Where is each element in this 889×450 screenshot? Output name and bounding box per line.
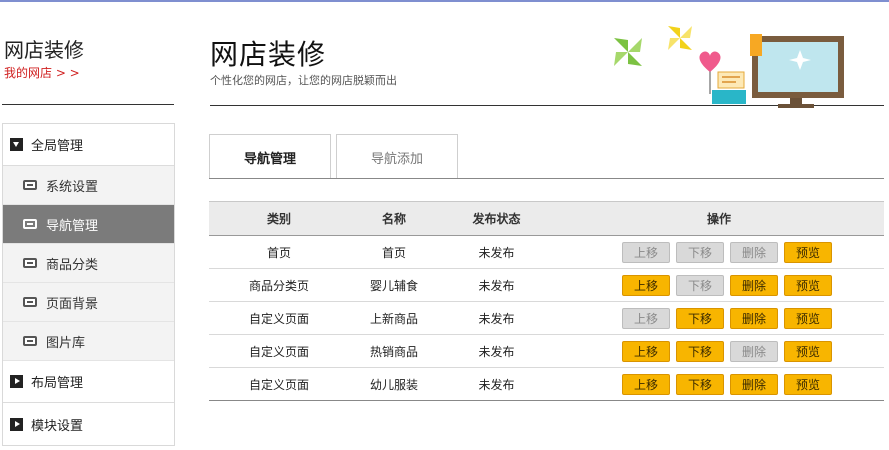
decorative-illustration (614, 26, 844, 108)
sidebar-item-label: 导航管理 (46, 218, 99, 234)
sidebar-group-label: 全局管理 (31, 139, 84, 154)
delete-button[interactable]: 删除 (730, 373, 778, 395)
sidebar-menu: 全局管理 系统设置 导航管理 商品分类 页面背景 图片库 布局管理 模块设置 (2, 123, 175, 446)
sidebar-group-layout[interactable]: 布局管理 (3, 361, 174, 403)
move-down-button[interactable]: 下移 (676, 274, 724, 296)
sidebar-item-label: 商品分类 (46, 257, 99, 273)
sidebar-item-label: 图片库 (46, 335, 86, 351)
preview-button[interactable]: 预览 (784, 373, 832, 395)
move-up-button[interactable]: 上移 (622, 274, 670, 296)
move-down-button[interactable]: 下移 (676, 373, 724, 395)
cell-name: 上新商品 (349, 301, 439, 335)
cell-actions: 上移 下移 删除 预览 (554, 334, 884, 368)
sidebar-item-nav-management[interactable]: 导航管理 (3, 205, 174, 244)
page-title: 网店装修 (210, 38, 327, 71)
top-border (0, 0, 889, 2)
cell-status: 未发布 (439, 334, 554, 368)
cell-category: 首页 (209, 235, 349, 269)
collapse-arrow-icon (10, 138, 23, 151)
navigation-table: 类别 名称 发布状态 操作 首页 首页 未发布 上移 下移 删除 预览 商品分类页 婴儿辅食 未发… (209, 201, 884, 401)
window-icon (23, 297, 37, 307)
cell-status: 未发布 (439, 301, 554, 335)
window-icon (23, 258, 37, 268)
cell-actions: 上移 下移 删除 预览 (554, 235, 884, 269)
sidebar-item-label: 页面背景 (46, 296, 99, 312)
sidebar-group-label: 模块设置 (31, 418, 84, 434)
table-row: 自定义页面 热销商品 未发布 上移 下移 删除 预览 (209, 334, 884, 368)
cell-status: 未发布 (439, 235, 554, 269)
cell-name: 婴儿辅食 (349, 268, 439, 302)
table-row: 自定义页面 上新商品 未发布 上移 下移 删除 预览 (209, 301, 884, 335)
window-icon (23, 219, 37, 229)
cell-category: 商品分类页 (209, 268, 349, 302)
cell-category: 自定义页面 (209, 367, 349, 401)
monitor-icon (750, 34, 844, 108)
move-down-button[interactable]: 下移 (676, 340, 724, 362)
cell-name: 热销商品 (349, 334, 439, 368)
pinwheel-yellow-icon (668, 26, 692, 50)
delete-button[interactable]: 删除 (730, 307, 778, 329)
cell-actions: 上移 下移 删除 预览 (554, 301, 884, 335)
expand-arrow-icon (10, 417, 23, 431)
move-up-button[interactable]: 上移 (622, 373, 670, 395)
sidebar-item-page-background[interactable]: 页面背景 (3, 283, 174, 322)
heart-card-icon (699, 51, 746, 104)
column-header-category: 类别 (209, 201, 349, 236)
move-up-button[interactable]: 上移 (622, 241, 670, 263)
action-buttons: 上移 下移 删除 预览 (554, 274, 884, 296)
move-down-button[interactable]: 下移 (676, 241, 724, 263)
table-row: 首页 首页 未发布 上移 下移 删除 预览 (209, 235, 884, 269)
pinwheel-green-icon (614, 38, 642, 66)
delete-button[interactable]: 删除 (730, 340, 778, 362)
column-header-actions: 操作 (554, 201, 884, 236)
table-row: 商品分类页 婴儿辅食 未发布 上移 下移 删除 预览 (209, 268, 884, 302)
page-subtitle: 个性化您的网店，让您的网店脱颖而出 (210, 74, 397, 87)
cell-status: 未发布 (439, 367, 554, 401)
preview-button[interactable]: 预览 (784, 340, 832, 362)
cell-category: 自定义页面 (209, 301, 349, 335)
move-down-button[interactable]: 下移 (676, 307, 724, 329)
action-buttons: 上移 下移 删除 预览 (554, 373, 884, 395)
action-buttons: 上移 下移 删除 预览 (554, 340, 884, 362)
sidebar-item-label: 系统设置 (46, 179, 99, 195)
cell-status: 未发布 (439, 268, 554, 302)
expand-arrow-icon (10, 375, 23, 388)
delete-button[interactable]: 删除 (730, 274, 778, 296)
move-up-button[interactable]: 上移 (622, 340, 670, 362)
sidebar-divider (2, 104, 174, 105)
sidebar-item-categories[interactable]: 商品分类 (3, 244, 174, 283)
sidebar-group-label: 布局管理 (31, 376, 84, 391)
preview-button[interactable]: 预览 (784, 307, 832, 329)
tab-underline (209, 178, 884, 179)
tab-nav-add[interactable]: 导航添加 (336, 134, 458, 179)
delete-button[interactable]: 删除 (730, 241, 778, 263)
cell-name: 幼儿服装 (349, 367, 439, 401)
action-buttons: 上移 下移 删除 预览 (554, 241, 884, 263)
column-header-status: 发布状态 (439, 201, 554, 236)
sidebar-item-image-library[interactable]: 图片库 (3, 322, 174, 361)
table-header-row: 类别 名称 发布状态 操作 (209, 201, 884, 236)
action-buttons: 上移 下移 删除 预览 (554, 307, 884, 329)
window-icon (23, 336, 37, 346)
cell-actions: 上移 下移 删除 预览 (554, 268, 884, 302)
table-row: 自定义页面 幼儿服装 未发布 上移 下移 删除 预览 (209, 367, 884, 401)
cell-name: 首页 (349, 235, 439, 269)
sidebar-item-system-settings[interactable]: 系统设置 (3, 166, 174, 205)
preview-button[interactable]: 预览 (784, 241, 832, 263)
column-header-name: 名称 (349, 201, 439, 236)
window-icon (23, 180, 37, 190)
sidebar-group-global[interactable]: 全局管理 (3, 124, 174, 166)
sidebar-group-modules[interactable]: 模块设置 (3, 403, 174, 445)
preview-button[interactable]: 预览 (784, 274, 832, 296)
sidebar-title: 网店装修 (4, 38, 84, 62)
cell-actions: 上移 下移 删除 预览 (554, 367, 884, 401)
tab-nav-management[interactable]: 导航管理 (209, 134, 331, 179)
move-up-button[interactable]: 上移 (622, 307, 670, 329)
my-shop-link[interactable]: 我的网店 > > (4, 64, 80, 81)
cell-category: 自定义页面 (209, 334, 349, 368)
